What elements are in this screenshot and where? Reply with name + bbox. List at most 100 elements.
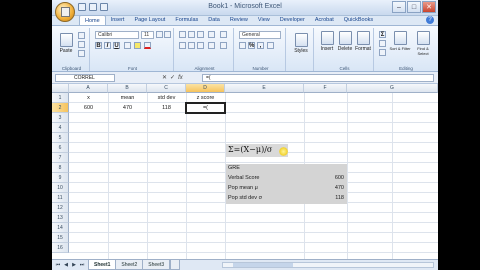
paste-button[interactable]: Paste [57, 33, 75, 54]
row-header[interactable]: 8 [52, 163, 69, 173]
align-left-icon[interactable] [179, 42, 186, 49]
row-header[interactable]: 4 [52, 123, 69, 133]
last-sheet-icon[interactable]: ⏭ [79, 262, 85, 268]
row-header[interactable]: 16 [52, 243, 69, 253]
font-color-icon[interactable] [144, 42, 151, 49]
align-middle-icon[interactable] [188, 31, 195, 38]
tab-view[interactable]: View [253, 15, 275, 25]
scrollbar-thumb[interactable] [233, 263, 293, 267]
row-header[interactable]: 3 [52, 113, 69, 123]
find-select-button[interactable]: Find & Select [412, 31, 434, 56]
enter-icon[interactable]: ✓ [170, 74, 175, 82]
clear-icon[interactable] [379, 49, 386, 56]
cell-c1[interactable]: std dev [147, 93, 186, 103]
row-header[interactable]: 5 [52, 133, 69, 143]
cell-c2[interactable]: 118 [147, 103, 186, 113]
tab-insert[interactable]: Insert [106, 15, 130, 25]
pop-mean-value[interactable]: 470 [304, 183, 347, 193]
bold-button[interactable]: B [95, 42, 102, 49]
row-header[interactable]: 9 [52, 173, 69, 183]
cell-b2[interactable]: 470 [108, 103, 147, 113]
tab-data[interactable]: Data [203, 15, 225, 25]
column-header-g[interactable]: G [347, 84, 438, 93]
office-button[interactable] [55, 2, 75, 22]
close-button[interactable]: ✕ [422, 1, 436, 13]
maximize-button[interactable]: □ [407, 1, 421, 13]
pop-std-dev-value[interactable]: 118 [304, 193, 347, 203]
row-header[interactable]: 10 [52, 183, 69, 193]
delete-cells-button[interactable]: Delete [336, 31, 354, 52]
tab-formulas[interactable]: Formulas [170, 15, 203, 25]
cut-icon[interactable] [78, 32, 85, 39]
cancel-icon[interactable]: ✕ [162, 74, 167, 82]
sheet-tab-sheet1[interactable]: Sheet1 [88, 260, 117, 270]
select-all-corner[interactable] [52, 84, 69, 93]
percent-button[interactable]: % [248, 42, 255, 49]
help-icon[interactable]: ? [426, 16, 434, 24]
copy-icon[interactable] [78, 41, 85, 48]
row-header[interactable]: 2 [52, 103, 69, 113]
align-right-icon[interactable] [197, 42, 204, 49]
horizontal-scrollbar[interactable] [222, 262, 434, 268]
insert-cells-button[interactable]: Insert [318, 31, 336, 52]
orientation-icon[interactable] [208, 31, 215, 38]
indent-icon[interactable] [208, 42, 215, 49]
column-header-e[interactable]: E [225, 84, 304, 93]
autosum-button[interactable]: Σ [379, 31, 386, 38]
number-format-field[interactable]: General [239, 31, 281, 39]
italic-button[interactable]: I [104, 42, 111, 49]
increase-decimal-icon[interactable] [267, 42, 274, 49]
tab-page-layout[interactable]: Page Layout [129, 15, 170, 25]
fill-color-icon[interactable] [134, 42, 141, 49]
column-header-c[interactable]: C [147, 84, 186, 93]
row-header[interactable]: 1 [52, 93, 69, 103]
next-sheet-icon[interactable]: ▶ [71, 262, 77, 268]
pop-std-dev-label[interactable]: Pop std dev σ [226, 193, 304, 203]
insert-sheet-icon[interactable] [170, 260, 181, 270]
currency-icon[interactable] [239, 42, 246, 49]
active-cell-d2[interactable]: =( [185, 102, 226, 114]
column-header-f[interactable]: F [304, 84, 347, 93]
font-size-field[interactable]: 11 [141, 31, 154, 39]
row-header[interactable]: 15 [52, 233, 69, 243]
name-box[interactable]: CORREL [55, 74, 115, 82]
wrap-text-icon[interactable] [220, 31, 227, 38]
sort-filter-button[interactable]: Sort & Filter [389, 31, 411, 51]
font-name-field[interactable]: Calibri [95, 31, 139, 39]
first-sheet-icon[interactable]: ⏮ [55, 262, 61, 268]
align-bottom-icon[interactable] [197, 31, 204, 38]
shrink-font-icon[interactable] [164, 31, 171, 38]
cell-a2[interactable]: 600 [69, 103, 108, 113]
insert-function-icon[interactable]: fx [178, 74, 183, 82]
formula-input[interactable]: =( [202, 74, 434, 82]
tab-acrobat[interactable]: Acrobat [310, 15, 339, 25]
tab-quickbooks[interactable]: QuickBooks [339, 15, 378, 25]
sheet-tab-sheet3[interactable]: Sheet3 [142, 260, 171, 270]
spreadsheet-grid[interactable]: A B C D E F G 1 2 3 4 5 6 7 8 9 10 11 12… [52, 84, 438, 259]
align-center-icon[interactable] [188, 42, 195, 49]
column-header-d[interactable]: D [186, 84, 225, 93]
verbal-score-label[interactable]: Verbal Score [226, 173, 304, 183]
row-header[interactable]: 7 [52, 153, 69, 163]
cell-b1[interactable]: mean [108, 93, 147, 103]
cell-a1[interactable]: x [69, 93, 108, 103]
styles-button[interactable]: Styles [292, 33, 310, 54]
grow-font-icon[interactable] [156, 31, 163, 38]
row-header[interactable]: 14 [52, 223, 69, 233]
row-header[interactable]: 11 [52, 193, 69, 203]
fill-icon[interactable] [379, 40, 386, 47]
tab-home[interactable]: Home [79, 15, 106, 25]
row-header[interactable]: 13 [52, 213, 69, 223]
gre-title[interactable]: GRE [226, 163, 304, 173]
comma-button[interactable]: , [257, 42, 264, 49]
minimize-button[interactable]: – [392, 1, 406, 13]
tab-developer[interactable]: Developer [275, 15, 310, 25]
row-header[interactable]: 12 [52, 203, 69, 213]
format-cells-button[interactable]: Format [354, 31, 372, 52]
column-header-a[interactable]: A [69, 84, 108, 93]
format-painter-icon[interactable] [78, 50, 85, 57]
borders-icon[interactable] [124, 42, 131, 49]
column-header-b[interactable]: B [108, 84, 147, 93]
merge-center-icon[interactable] [220, 42, 227, 49]
verbal-score-value[interactable]: 600 [304, 173, 347, 183]
